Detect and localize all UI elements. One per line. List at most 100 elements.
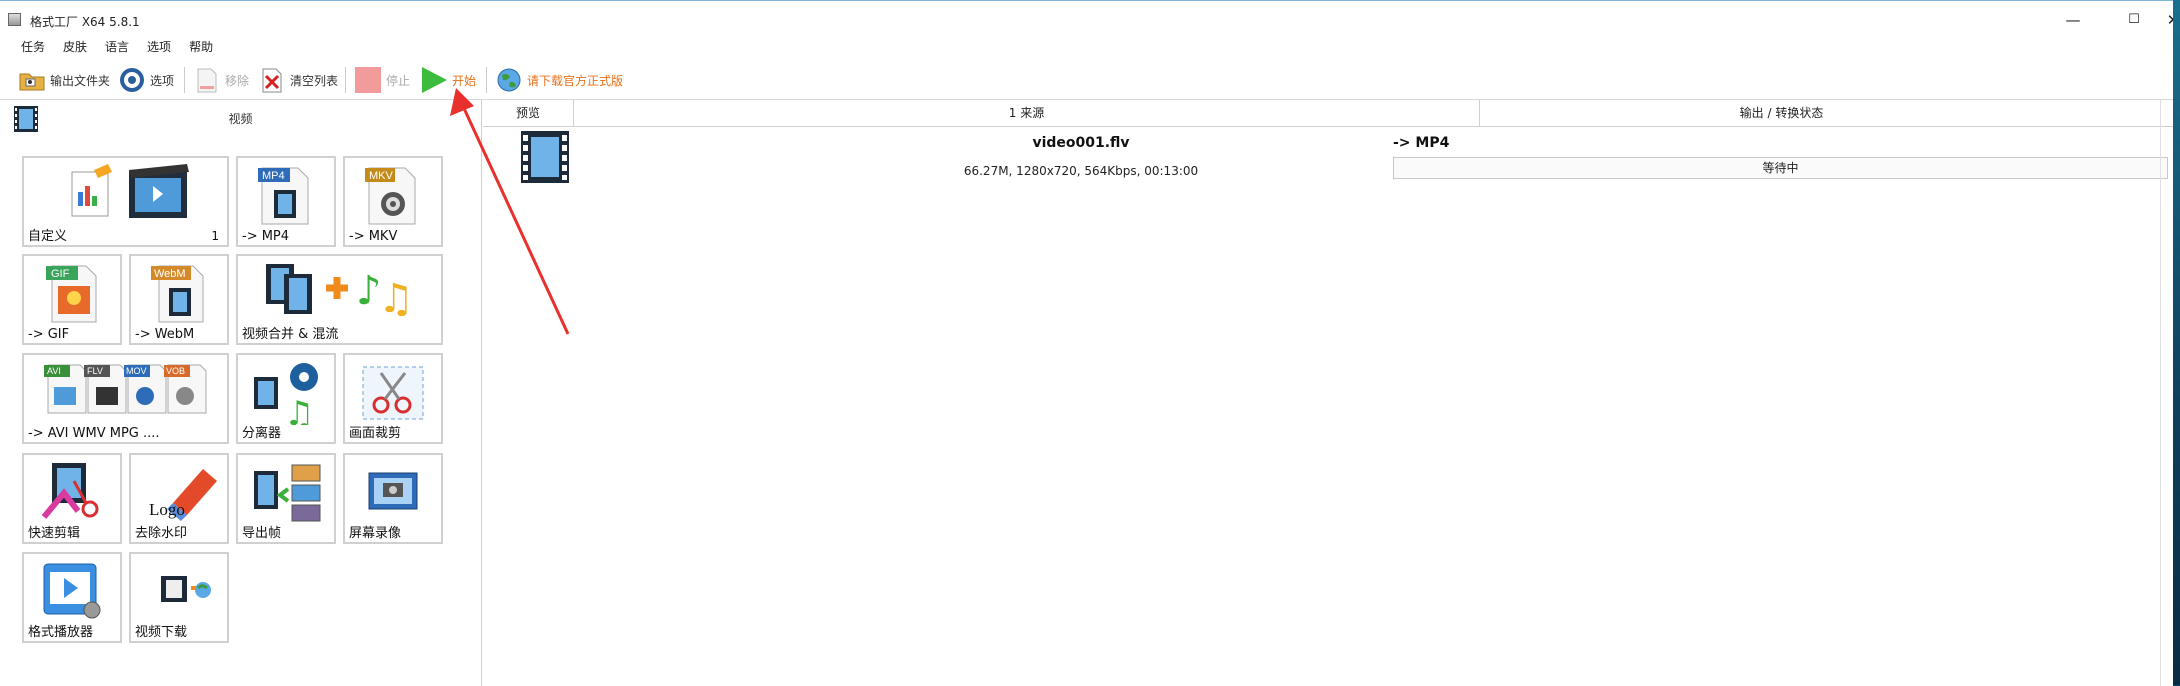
- desktop-background: [2173, 0, 2180, 685]
- mkv-file-icon: MKV: [345, 162, 441, 225]
- tile-webm[interactable]: WebM -> WebM: [129, 254, 229, 345]
- player-icon: [24, 558, 120, 621]
- task-list: 预览 1 来源 输出 / 转换状态 video001.flv 66.27M, 1…: [483, 100, 2173, 686]
- task-list-header: 预览 1 来源 输出 / 转换状态: [483, 100, 2173, 127]
- stop-icon: [354, 66, 382, 94]
- export-frames-icon: [238, 459, 334, 522]
- tile-gif-label: -> GIF: [28, 327, 70, 342]
- logo-text: Logo: [149, 500, 185, 519]
- merge-icon: ♪ ♫: [238, 260, 441, 323]
- clear-list-label: 清空列表: [290, 73, 339, 88]
- menu-help[interactable]: 帮助: [180, 37, 222, 57]
- gif-file-icon: GIF: [24, 260, 120, 323]
- video-download-icon: [131, 558, 227, 621]
- column-output-status[interactable]: 输出 / 转换状态: [1390, 100, 2173, 126]
- video-file-icon: [521, 131, 569, 183]
- maximize-button[interactable]: ☐: [2119, 9, 2149, 31]
- mkv-badge: MKV: [369, 170, 394, 182]
- close-button[interactable]: ✕: [2158, 9, 2173, 31]
- app-window: 格式工厂 X64 5.8.1 — ☐ ✕ 任务 皮肤 语言 选项 帮助 输出文件…: [0, 0, 2173, 686]
- tile-screen-record[interactable]: 屏幕录像: [343, 453, 443, 544]
- tile-quick-clip-label: 快速剪辑: [28, 526, 81, 541]
- window-title: 格式工厂 X64 5.8.1: [30, 15, 140, 29]
- tile-player[interactable]: 格式播放器: [22, 552, 122, 643]
- conversion-status-bar: 等待中: [1393, 157, 2168, 179]
- column-source[interactable]: 1 来源: [574, 100, 1480, 126]
- webm-badge: WebM: [154, 268, 186, 280]
- tile-mkv-label: -> MKV: [349, 229, 398, 244]
- tile-export-frames[interactable]: 导出帧: [236, 453, 336, 544]
- output-folder-label: 输出文件夹: [50, 73, 111, 88]
- tile-splitter-label: 分离器: [242, 426, 282, 441]
- clear-list-icon: [258, 66, 286, 94]
- menu-task[interactable]: 任务: [12, 37, 54, 57]
- menu-skin[interactable]: 皮肤: [54, 37, 96, 57]
- stop-button[interactable]: 停止: [354, 61, 410, 99]
- download-official-label: 请下载官方正式版: [527, 73, 624, 88]
- function-panel: 视频 自定义 1 MP4 -> MP4 MKV -> MKV GIF -> GI…: [0, 100, 482, 686]
- tile-merge-label: 视频合并 & 混流: [242, 327, 339, 342]
- category-header[interactable]: 视频: [0, 100, 481, 134]
- clear-list-button[interactable]: 清空列表: [258, 61, 338, 99]
- download-official-link[interactable]: 请下载官方正式版: [495, 61, 623, 99]
- options-icon: [118, 66, 146, 94]
- title-bar: 格式工厂 X64 5.8.1 — ☐ ✕: [0, 9, 2173, 33]
- folder-icon: [18, 66, 46, 94]
- quick-clip-icon: [24, 459, 120, 522]
- stop-label: 停止: [386, 73, 411, 88]
- mp4-badge: MP4: [262, 170, 285, 182]
- task-row[interactable]: video001.flv 66.27M, 1280x720, 564Kbps, …: [483, 127, 2173, 191]
- flv-badge: FLV: [87, 366, 103, 376]
- tile-quick-clip[interactable]: 快速剪辑: [22, 453, 122, 544]
- tile-player-label: 格式播放器: [28, 625, 94, 640]
- output-folder-button[interactable]: 输出文件夹: [18, 61, 110, 99]
- tile-remove-watermark-label: 去除水印: [135, 526, 188, 541]
- toolbar-separator: [184, 67, 185, 93]
- play-icon: [420, 66, 448, 94]
- remove-icon: [193, 66, 221, 94]
- menu-language[interactable]: 语言: [96, 37, 138, 57]
- minimize-button[interactable]: —: [2058, 9, 2088, 31]
- start-button[interactable]: 开始: [420, 61, 476, 99]
- tile-remove-watermark[interactable]: Logo 去除水印: [129, 453, 229, 544]
- crop-icon: [345, 359, 441, 422]
- tile-mp4[interactable]: MP4 -> MP4: [236, 156, 336, 247]
- multi-format-icon: AVI FLV MOV VOB: [24, 359, 227, 422]
- svg-text:♫: ♫: [284, 394, 314, 425]
- tile-splitter[interactable]: ♫ 分离器: [236, 353, 336, 444]
- remove-label: 移除: [225, 73, 250, 88]
- globe-icon: [495, 66, 523, 94]
- splitter-icon: ♫: [238, 359, 334, 434]
- screen-record-icon: [345, 459, 441, 522]
- tile-mkv[interactable]: MKV -> MKV: [343, 156, 443, 247]
- tile-mp4-label: -> MP4: [242, 229, 290, 244]
- output-format: -> MP4: [1393, 135, 1450, 151]
- mov-badge: MOV: [126, 366, 147, 376]
- column-preview[interactable]: 预览: [483, 100, 574, 126]
- eraser-icon: Logo: [131, 459, 227, 522]
- tile-video-download-label: 视频下载: [135, 625, 188, 640]
- remove-button[interactable]: 移除: [193, 61, 249, 99]
- svg-text:♫: ♫: [378, 276, 414, 322]
- source-file-info: 66.27M, 1280x720, 564Kbps, 00:13:00: [963, 164, 1199, 178]
- tile-merge[interactable]: ♪ ♫ 视频合并 & 混流: [236, 254, 443, 345]
- tile-multi-format[interactable]: AVI FLV MOV VOB -> AVI WMV MPG ....: [22, 353, 229, 444]
- tile-crop[interactable]: 画面裁剪: [343, 353, 443, 444]
- toolbar-separator: [345, 67, 346, 93]
- tile-multi-format-label: -> AVI WMV MPG ....: [28, 426, 160, 441]
- tile-webm-label: -> WebM: [135, 327, 195, 342]
- menu-bar: 任务 皮肤 语言 选项 帮助: [12, 37, 222, 57]
- options-label: 选项: [150, 73, 175, 88]
- tile-screen-record-label: 屏幕录像: [349, 526, 402, 541]
- source-file-name: video001.flv: [1032, 135, 1130, 151]
- tile-custom-label: 自定义: [28, 229, 68, 244]
- tile-gif[interactable]: GIF -> GIF: [22, 254, 122, 345]
- gif-badge: GIF: [51, 268, 70, 280]
- tile-video-download[interactable]: 视频下载: [129, 552, 229, 643]
- tile-custom[interactable]: 自定义 1: [22, 156, 229, 247]
- options-button[interactable]: 选项: [118, 61, 174, 99]
- avi-badge: AVI: [47, 366, 61, 376]
- mp4-file-icon: MP4: [238, 162, 334, 225]
- menu-options[interactable]: 选项: [138, 37, 180, 57]
- app-icon: [8, 13, 21, 26]
